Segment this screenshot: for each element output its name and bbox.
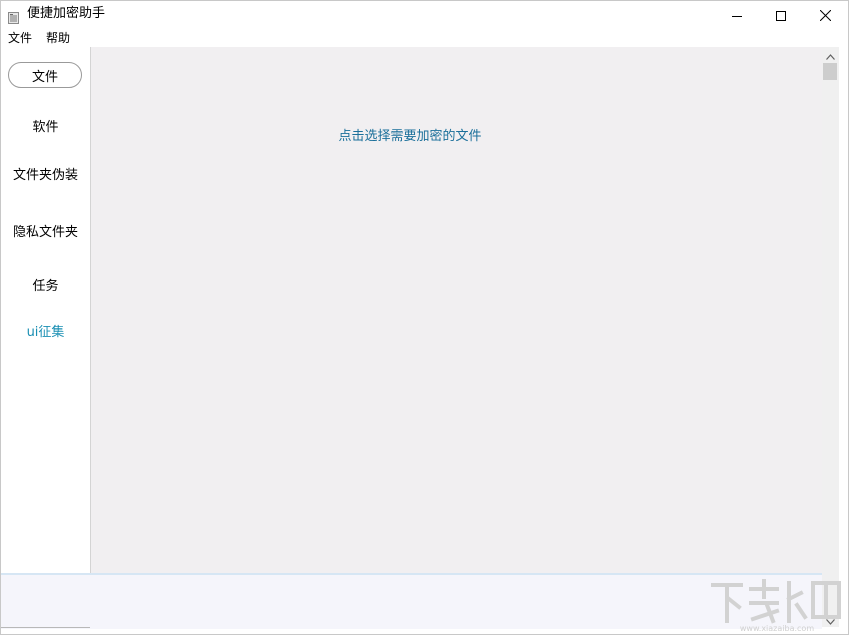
app-window: 便捷加密助手 文件 帮助 文件 软件 文件夹伪装 隐私文件夹 任务 ui征集 点… xyxy=(0,0,849,635)
sidebar-item-folder-disguise[interactable]: 文件夹伪装 xyxy=(1,168,90,184)
window-title: 便捷加密助手 xyxy=(27,6,106,21)
close-icon xyxy=(819,6,831,25)
chevron-up-icon xyxy=(826,45,835,64)
sidebar: 文件 软件 文件夹伪装 隐私文件夹 任务 ui征集 xyxy=(1,47,91,573)
maximize-icon xyxy=(776,6,786,25)
close-button[interactable] xyxy=(802,1,848,29)
minimize-button[interactable] xyxy=(714,1,760,29)
watermark-logo-icon: www.xiazaiba.com xyxy=(707,575,847,633)
app-file-icon xyxy=(8,9,19,24)
svg-text:www.xiazaiba.com: www.xiazaiba.com xyxy=(740,624,814,633)
maximize-button[interactable] xyxy=(758,1,804,29)
title-bar[interactable]: 便捷加密助手 xyxy=(1,1,848,29)
sidebar-item-file[interactable]: 文件 xyxy=(8,62,82,88)
sidebar-item-tasks[interactable]: 任务 xyxy=(1,279,90,295)
menu-bar: 文件 帮助 xyxy=(1,29,848,47)
sidebar-item-private-folder[interactable]: 隐私文件夹 xyxy=(1,225,90,241)
select-file-prompt[interactable]: 点击选择需要加密的文件 xyxy=(91,129,729,145)
minimize-icon xyxy=(732,6,742,25)
sidebar-item-ui-collect[interactable]: ui征集 xyxy=(1,325,90,341)
menu-file[interactable]: 文件 xyxy=(8,30,32,46)
bottom-divider xyxy=(1,627,90,628)
bottom-panel xyxy=(1,573,822,629)
main-content[interactable]: 点击选择需要加密的文件 xyxy=(91,47,822,573)
vertical-scrollbar[interactable] xyxy=(822,47,839,627)
scrollbar-thumb[interactable] xyxy=(823,63,837,80)
menu-help[interactable]: 帮助 xyxy=(46,30,70,46)
scroll-up-button[interactable] xyxy=(822,47,839,62)
sidebar-item-software[interactable]: 软件 xyxy=(1,120,90,136)
